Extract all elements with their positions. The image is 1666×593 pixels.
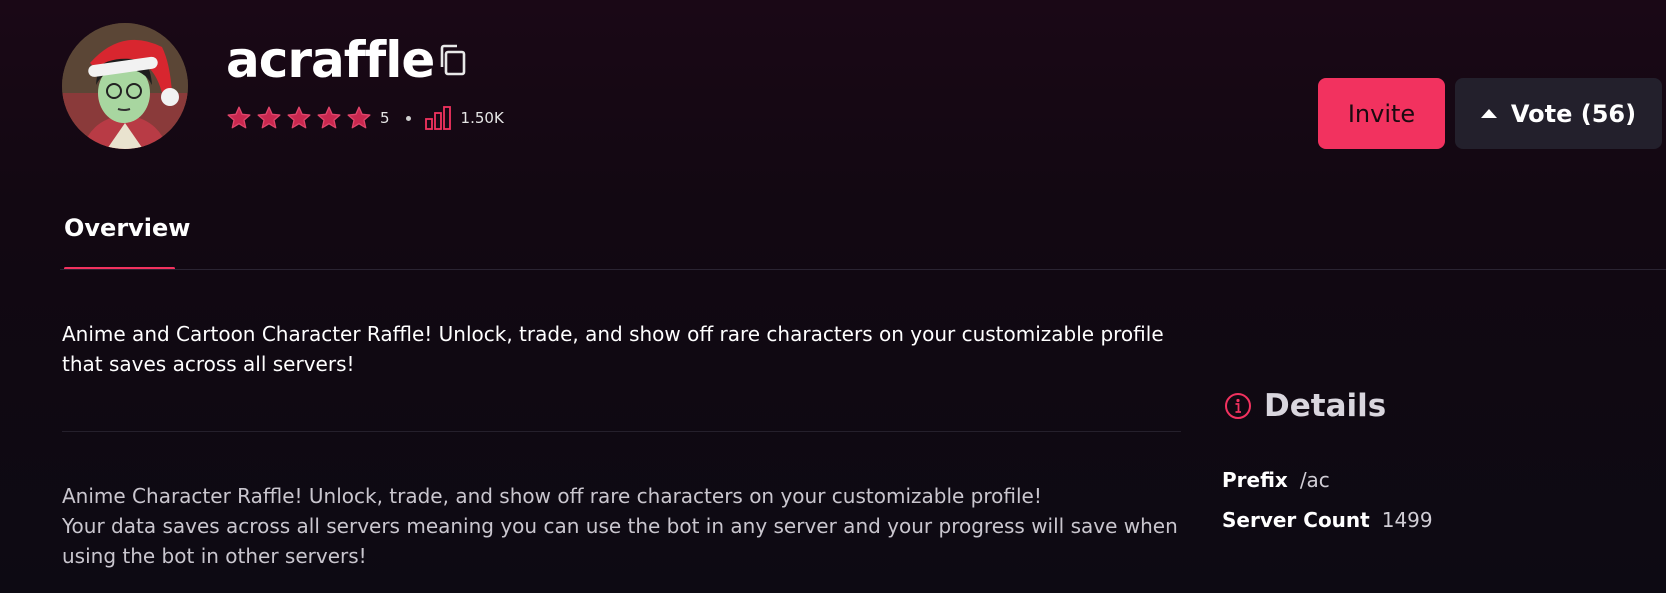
invite-button[interactable]: Invite: [1318, 78, 1445, 149]
star-icon: [257, 106, 281, 129]
bar-chart-icon: [424, 106, 451, 130]
copy-icon[interactable]: [436, 43, 468, 77]
server-count-value: 1499: [1381, 508, 1433, 532]
star-icon: [347, 106, 371, 129]
vote-button[interactable]: Vote (56): [1455, 78, 1662, 149]
details-heading: Details: [1224, 385, 1386, 427]
detail-server-count: Server Count 1499: [1222, 506, 1433, 534]
server-count-label: Server Count: [1222, 508, 1370, 532]
tab-divider: [60, 269, 1666, 270]
separator-dot: [405, 115, 411, 121]
avatar-image: [62, 23, 188, 149]
info-icon: [1225, 393, 1251, 419]
rating-row: 5 1.50K: [226, 104, 504, 132]
long-description-line: Your data saves across all servers meani…: [62, 514, 1178, 568]
vote-label: Vote (56): [1510, 99, 1637, 128]
tab-overview[interactable]: Overview: [64, 214, 190, 270]
caret-up-icon: [1480, 109, 1497, 118]
rating-value: 5: [380, 109, 390, 127]
star-icon: [227, 106, 251, 129]
prefix-value: /ac: [1299, 468, 1330, 492]
star-icon: [287, 106, 311, 129]
long-description: Anime Character Raffle! Unlock, trade, a…: [62, 481, 1192, 571]
server-stat: 1.50K: [460, 109, 504, 127]
long-description-line: Anime Character Raffle! Unlock, trade, a…: [62, 484, 1042, 508]
details-title: Details: [1264, 388, 1387, 424]
detail-prefix: Prefix /ac: [1222, 466, 1330, 494]
star-icon: [317, 106, 341, 129]
short-description: Anime and Cartoon Character Raffle! Unlo…: [62, 322, 1164, 376]
bot-name: acraffle: [226, 31, 435, 89]
prefix-label: Prefix: [1222, 468, 1288, 492]
bot-avatar: [62, 23, 188, 149]
star-rating: [226, 105, 372, 131]
content-divider: [62, 431, 1181, 432]
